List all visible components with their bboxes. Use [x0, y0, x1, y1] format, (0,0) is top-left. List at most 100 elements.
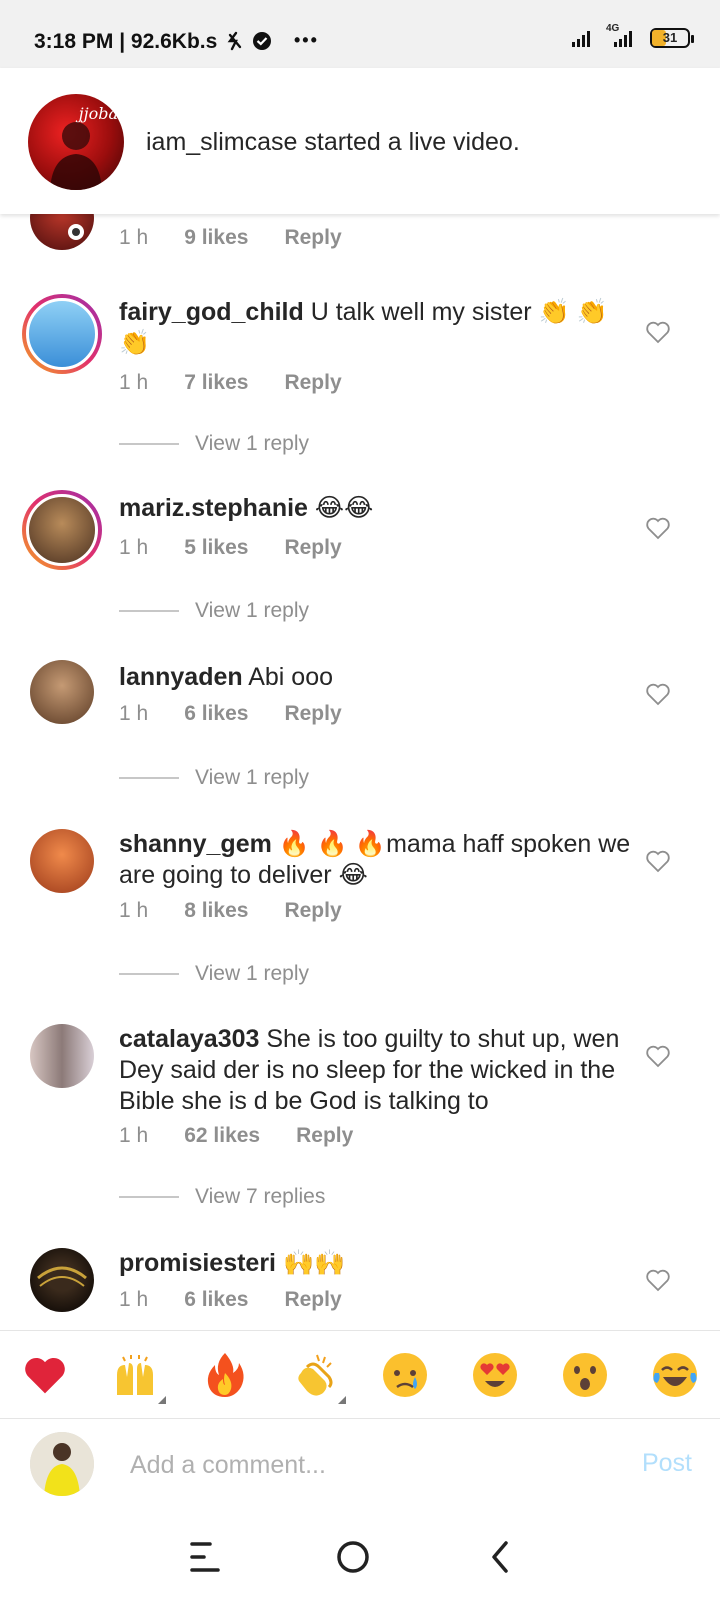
- signal-icon: [572, 31, 590, 47]
- heart-icon[interactable]: [645, 1268, 671, 1292]
- comment-text: mariz.stephanie 😂😂: [119, 493, 639, 524]
- comment-meta: 1 h 6 likes Reply: [119, 1288, 342, 1312]
- comment-meta: 1 h 7 likes Reply: [119, 371, 342, 395]
- my-avatar-image: [30, 1432, 94, 1496]
- heart-icon[interactable]: [645, 320, 671, 344]
- commenter-avatar[interactable]: [22, 490, 102, 570]
- comment-reply-button[interactable]: Reply: [284, 1288, 341, 1312]
- emoji-laughing-button[interactable]: [650, 1350, 700, 1400]
- banner-avatar[interactable]: jjoba: [28, 94, 124, 190]
- comment-meta: 1 h 5 likes Reply: [119, 536, 342, 560]
- red-heart-icon: [25, 1357, 65, 1393]
- comment-input[interactable]: [130, 1445, 570, 1485]
- comment-likes[interactable]: 6 likes: [184, 1288, 248, 1312]
- comment-time: 1 h: [119, 899, 149, 922]
- heart-icon[interactable]: [645, 516, 671, 540]
- comment-likes[interactable]: 9 likes: [184, 226, 248, 250]
- comment-username[interactable]: fairy_god_child: [119, 298, 304, 326]
- comment-input-bar: Post: [0, 1418, 720, 1508]
- comment-reply-button[interactable]: Reply: [296, 1124, 353, 1148]
- comment-time: 1 h: [119, 226, 149, 249]
- heart-eyes-face-icon: [473, 1352, 517, 1397]
- commenter-avatar[interactable]: [30, 1024, 94, 1088]
- back-button[interactable]: [475, 1532, 525, 1582]
- heart-icon[interactable]: [645, 1044, 671, 1068]
- crying-face-icon: [383, 1352, 427, 1397]
- comment-text: lannyaden Abi ooo: [119, 662, 639, 693]
- comment-text: catalaya303 She is too guilty to shut up…: [119, 1024, 639, 1117]
- emoji-heart-button[interactable]: [20, 1350, 70, 1400]
- comment-reply-button[interactable]: Reply: [284, 536, 341, 560]
- network-type: 4G: [606, 23, 638, 47]
- commenter-avatar[interactable]: [30, 660, 94, 724]
- comment-meta: 1 h 8 likes Reply: [119, 899, 342, 923]
- comment-username[interactable]: mariz.stephanie: [119, 494, 308, 522]
- comment-username[interactable]: catalaya303: [119, 1025, 259, 1053]
- view-replies-button[interactable]: View 1 reply: [119, 766, 309, 790]
- home-button[interactable]: [328, 1532, 378, 1582]
- comment-reply-button[interactable]: Reply: [284, 371, 341, 395]
- comment-reply-button[interactable]: Reply: [284, 226, 341, 250]
- emoji-fire-button[interactable]: [200, 1350, 250, 1400]
- menu-lines-icon: [190, 1542, 220, 1572]
- hair-pattern: [37, 1266, 87, 1287]
- view-replies-button[interactable]: View 1 reply: [119, 962, 309, 986]
- system-nav-bar: [0, 1508, 720, 1600]
- emoji-raised-hands-button[interactable]: [110, 1350, 166, 1404]
- commenter-avatar[interactable]: [30, 829, 94, 893]
- comment-time: 1 h: [119, 702, 149, 725]
- heart-icon[interactable]: [645, 682, 671, 706]
- status-bar: 3:18 PM | 92.6Kb.s ••• 4G 31: [0, 0, 720, 68]
- notification-off-icon: [227, 31, 242, 50]
- commenter-avatar[interactable]: [22, 294, 102, 374]
- camera-badge-icon: [68, 224, 84, 240]
- emoji-crying-button[interactable]: [380, 1350, 430, 1400]
- heart-icon[interactable]: [645, 849, 671, 873]
- comment-time: 1 h: [119, 1288, 149, 1311]
- comment-meta: 1 h 6 likes Reply: [119, 702, 342, 726]
- comment-time: 1 h: [119, 536, 149, 559]
- surprised-face-icon: [563, 1352, 607, 1397]
- raised-hands-icon: [117, 1354, 153, 1395]
- post-button[interactable]: Post: [642, 1449, 692, 1478]
- live-notification-banner[interactable]: jjoba iam_slimcase started a live video.: [0, 68, 720, 214]
- emoji-surprised-button[interactable]: [560, 1350, 610, 1400]
- person-silhouette: [50, 122, 102, 190]
- back-chevron-icon: [492, 1541, 508, 1573]
- status-left-icons: •••: [226, 30, 319, 51]
- view-replies-button[interactable]: View 7 replies: [119, 1185, 325, 1209]
- battery-icon: 31: [650, 28, 694, 48]
- my-avatar: [30, 1432, 94, 1496]
- emoji-clap-button[interactable]: [290, 1350, 346, 1404]
- verified-check-icon: [253, 31, 271, 50]
- comment-likes[interactable]: 7 likes: [184, 371, 248, 395]
- emoji-heart-eyes-button[interactable]: [470, 1350, 520, 1400]
- comment-content: 😂😂: [307, 494, 374, 522]
- tears-of-joy-face-icon: [653, 1352, 697, 1397]
- battery-level: 31: [662, 30, 678, 45]
- comment-likes[interactable]: 5 likes: [184, 536, 248, 560]
- status-time: 3:18 PM | 92.6Kb.s: [34, 30, 218, 53]
- comment-likes[interactable]: 62 likes: [184, 1124, 260, 1148]
- comment-reply-button[interactable]: Reply: [284, 702, 341, 726]
- comment-username[interactable]: promisiesteri: [119, 1249, 276, 1277]
- commenter-avatar[interactable]: [30, 214, 94, 250]
- quick-emoji-bar: [0, 1330, 720, 1418]
- comments-list[interactable]: 1 h 9 likes Reply fairy_god_child U talk…: [0, 214, 720, 1330]
- comment-username[interactable]: shanny_gem: [119, 830, 272, 858]
- fire-icon: [207, 1352, 244, 1397]
- commenter-avatar[interactable]: [30, 1248, 94, 1312]
- view-replies-button[interactable]: View 1 reply: [119, 599, 309, 623]
- comment-time: 1 h: [119, 371, 149, 394]
- comment-text: shanny_gem 🔥 🔥 🔥mama haff spoken we are …: [119, 829, 639, 891]
- comment-reply-button[interactable]: Reply: [284, 899, 341, 923]
- comment-likes[interactable]: 6 likes: [184, 702, 248, 726]
- comment-meta: 1 h 62 likes Reply: [119, 1124, 353, 1148]
- comment-content: 🙌🙌: [276, 1249, 346, 1277]
- recent-apps-button[interactable]: [181, 1532, 231, 1582]
- view-replies-button[interactable]: View 1 reply: [119, 432, 309, 456]
- status-right-icons: 4G 31: [572, 23, 694, 48]
- comment-username[interactable]: lannyaden: [119, 663, 243, 691]
- comment-likes[interactable]: 8 likes: [184, 899, 248, 923]
- comment-meta: 1 h 9 likes Reply: [119, 226, 342, 250]
